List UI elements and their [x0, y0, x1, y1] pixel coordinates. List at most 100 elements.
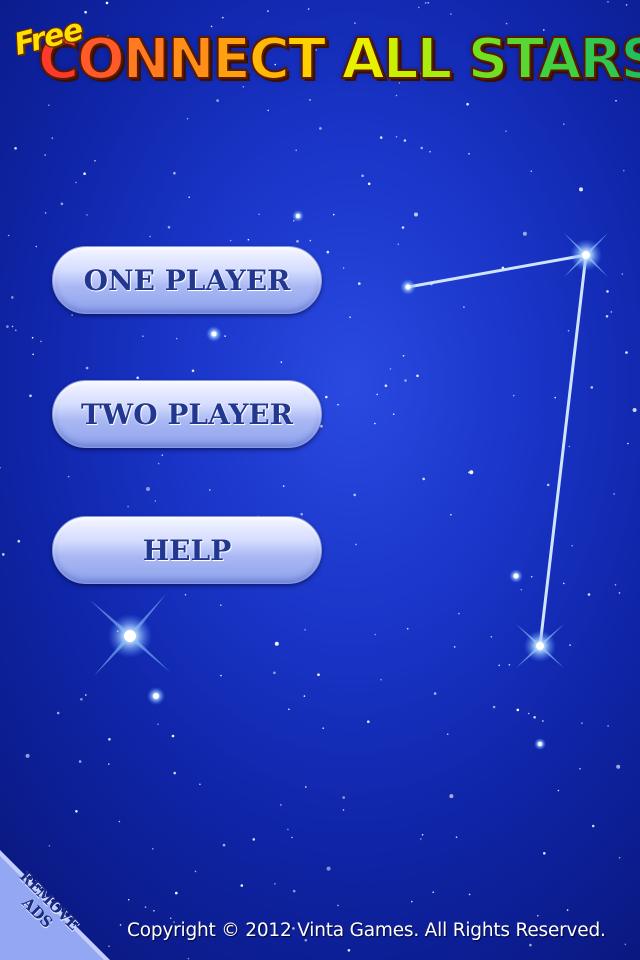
small-star	[167, 225, 171, 229]
bright-star[interactable]	[516, 624, 564, 668]
small-star	[367, 720, 370, 723]
small-star	[184, 593, 187, 596]
small-star	[118, 820, 121, 823]
bright-star[interactable]	[564, 233, 608, 277]
title-letter: T	[287, 27, 327, 93]
small-star	[320, 424, 323, 428]
small-star	[632, 408, 637, 412]
small-star	[505, 130, 507, 132]
small-star	[75, 810, 78, 813]
small-star	[492, 705, 496, 709]
small-star	[566, 909, 569, 911]
remove-ads-button[interactable]: REMOVE ADS	[0, 850, 110, 960]
small-star	[606, 290, 609, 293]
small-star	[86, 214, 88, 216]
small-star	[85, 694, 87, 696]
small-star	[614, 584, 617, 586]
small-star	[422, 477, 426, 481]
starfield-background	[0, 0, 637, 960]
small-star	[2, 553, 5, 556]
small-star	[67, 475, 70, 478]
bright-star[interactable]	[292, 210, 304, 222]
small-star	[154, 500, 157, 502]
small-star	[571, 544, 573, 547]
bright-star[interactable]	[147, 687, 165, 705]
small-star	[587, 593, 591, 596]
small-star	[78, 760, 82, 763]
small-star	[240, 884, 244, 887]
bright-star[interactable]	[400, 279, 416, 295]
small-star	[14, 147, 17, 150]
small-star	[374, 633, 377, 636]
small-star	[554, 396, 556, 399]
small-star	[342, 267, 345, 269]
small-star	[546, 483, 550, 487]
small-star	[144, 906, 147, 908]
small-star	[11, 325, 14, 328]
small-star	[332, 213, 335, 216]
small-star	[627, 442, 629, 445]
small-star	[51, 137, 54, 139]
title-letter: R	[578, 27, 623, 93]
small-star	[490, 636, 493, 638]
small-star	[533, 716, 536, 719]
small-star	[146, 487, 150, 491]
help-button[interactable]: HELP	[52, 516, 322, 584]
small-star	[48, 845, 51, 847]
small-star	[424, 2, 427, 4]
small-star	[605, 315, 609, 318]
small-star	[613, 493, 615, 495]
small-star	[557, 789, 560, 792]
small-star	[326, 250, 330, 254]
bright-star[interactable]	[534, 738, 546, 750]
small-star	[274, 883, 276, 885]
small-star	[401, 226, 405, 229]
small-star	[581, 722, 583, 724]
small-star	[468, 893, 471, 896]
small-star	[25, 753, 30, 758]
small-star	[384, 384, 388, 388]
small-star	[175, 891, 178, 895]
small-star	[625, 351, 628, 354]
small-star	[252, 838, 256, 841]
one-player-button[interactable]: ONE PLAYER	[52, 246, 322, 314]
small-star	[610, 311, 613, 313]
small-star	[0, 466, 1, 469]
small-star	[607, 0, 609, 3]
small-star	[71, 314, 73, 316]
small-star	[220, 674, 222, 677]
small-star	[579, 187, 583, 192]
small-star	[342, 809, 345, 811]
small-star	[325, 395, 328, 399]
small-star	[322, 727, 325, 729]
small-star	[374, 422, 376, 425]
small-star	[618, 592, 621, 594]
small-star	[258, 213, 260, 216]
two-player-label: TWO PLAYER	[80, 397, 294, 431]
title-letter: T	[505, 27, 541, 93]
small-star	[429, 150, 431, 153]
bright-star[interactable]	[509, 569, 523, 583]
small-star	[469, 470, 474, 475]
small-star	[397, 243, 400, 246]
two-player-button[interactable]: TWO PLAYER	[52, 380, 322, 448]
bright-star[interactable]	[90, 594, 170, 676]
help-label: HELP	[142, 533, 232, 567]
small-star	[161, 454, 164, 457]
small-star	[380, 678, 382, 681]
title-letter: N	[122, 27, 171, 93]
small-star	[579, 767, 581, 770]
title-letter: C	[248, 27, 291, 93]
small-star	[624, 943, 627, 946]
small-star	[433, 692, 437, 695]
small-star	[342, 796, 346, 799]
small-star	[280, 361, 283, 363]
small-star	[274, 641, 279, 646]
one-player-label: ONE PLAYER	[83, 263, 291, 297]
small-star	[411, 900, 413, 903]
small-star	[402, 355, 405, 357]
small-star	[136, 376, 139, 380]
small-star	[151, 848, 154, 850]
small-star	[153, 910, 155, 912]
bright-star[interactable]	[206, 326, 222, 342]
